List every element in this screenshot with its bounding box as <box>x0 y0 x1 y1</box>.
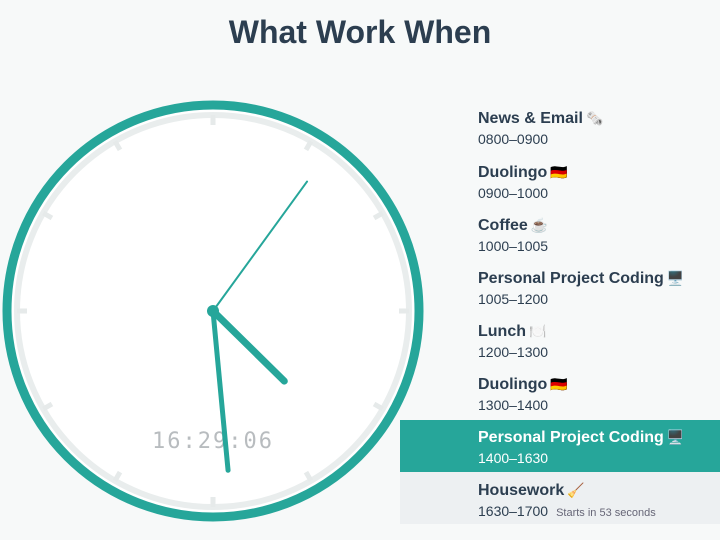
schedule-item-title: Lunch <box>478 323 526 340</box>
schedule-item: Lunch 🍽️ 1200–1300 <box>478 321 718 361</box>
analog-clock: 16:29:06 <box>2 100 424 522</box>
schedule-item-emoji-icon: 🖥️ <box>666 270 685 286</box>
starts-in-countdown: Starts in 53 seconds <box>556 507 656 519</box>
schedule-item-time-row: 1630–1700 Starts in 53 seconds <box>478 502 718 522</box>
schedule-item: Duolingo 🇩🇪 0900–1000 <box>478 162 718 202</box>
schedule-item-time: 1000–1005 <box>478 238 549 254</box>
schedule-item-emoji-icon: 🧹 <box>567 482 585 498</box>
schedule-item-emoji-icon: 🗞️ <box>585 110 604 126</box>
schedule-item-name: Housework 🧹 <box>478 480 718 501</box>
schedule-item-name: Coffee ☕ <box>478 215 718 236</box>
app-root: What Work When 16:29:06 News & Email 🗞️ 08… <box>0 0 720 540</box>
schedule-item-title: Coffee <box>478 217 528 234</box>
schedule-item-title: Duolingo <box>478 376 548 393</box>
schedule-item-name: News & Email 🗞️ <box>478 108 718 129</box>
schedule-item-title: Housework <box>478 482 565 499</box>
schedule-item-time-row: 1200–1300 <box>478 343 718 361</box>
schedule-item-emoji-icon: 🖥️ <box>666 429 685 445</box>
schedule-item-time-row: 0800–0900 <box>478 130 718 148</box>
schedule-item-time: 0800–0900 <box>478 131 549 147</box>
schedule-item-title: Duolingo <box>478 164 548 181</box>
schedule-item-time-row: 1300–1400 <box>478 396 718 414</box>
schedule-item: Housework 🧹 1630–1700 Starts in 53 seconds <box>478 480 718 522</box>
schedule-item-emoji-icon: 🇩🇪 <box>550 164 568 180</box>
schedule-item-emoji-icon: 🍽️ <box>529 323 547 339</box>
schedule-item-time: 0900–1000 <box>478 185 549 201</box>
schedule-item: Personal Project Coding 🖥️ 1005–1200 <box>478 268 718 308</box>
schedule-item-time: 1300–1400 <box>478 397 549 413</box>
clock-center-pin <box>207 305 219 317</box>
schedule-item: Coffee ☕ 1000–1005 <box>478 215 718 255</box>
schedule-item: News & Email 🗞️ 0800–0900 <box>478 108 718 148</box>
schedule-item-name: Duolingo 🇩🇪 <box>478 374 718 395</box>
schedule-item-time-row: 1005–1200 <box>478 290 718 308</box>
schedule-item-time-row: 1000–1005 <box>478 237 718 255</box>
schedule-item-name: Lunch 🍽️ <box>478 321 718 342</box>
digital-time: 16:29:06 <box>152 429 274 454</box>
schedule-item-time-row: 0900–1000 <box>478 184 718 202</box>
schedule-item-name: Personal Project Coding 🖥️ <box>478 427 718 448</box>
schedule-item: Duolingo 🇩🇪 1300–1400 <box>478 374 718 414</box>
schedule-item-emoji-icon: 🇩🇪 <box>550 376 568 392</box>
schedule-item-time-row: 1400–1630 <box>478 449 718 467</box>
schedule-item: Personal Project Coding 🖥️ 1400–1630 <box>478 427 718 467</box>
schedule-item-name: Personal Project Coding 🖥️ <box>478 268 718 289</box>
schedule-item-title: News & Email <box>478 110 583 127</box>
schedule-item-title: Personal Project Coding <box>478 270 664 287</box>
schedule-item-time: 1200–1300 <box>478 344 549 360</box>
schedule-item-title: Personal Project Coding <box>478 429 664 446</box>
schedule-item-time: 1630–1700 <box>478 503 549 519</box>
schedule-item-time: 1400–1630 <box>478 450 549 466</box>
schedule-item-emoji-icon: ☕ <box>530 217 549 233</box>
schedule-item-time: 1005–1200 <box>478 291 549 307</box>
schedule-item-name: Duolingo 🇩🇪 <box>478 162 718 183</box>
page-title: What Work When <box>228 14 492 50</box>
